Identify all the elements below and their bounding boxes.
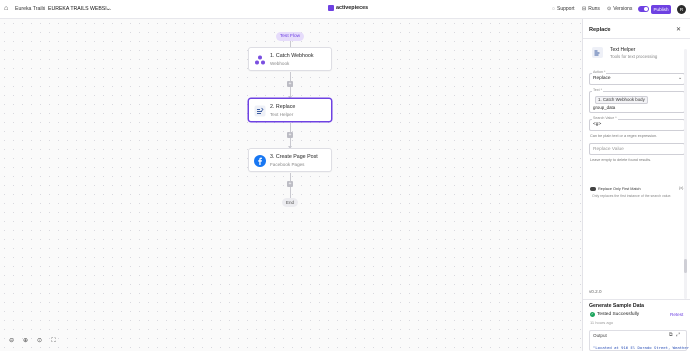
search-value-input: <g> xyxy=(593,122,602,127)
step-title: 1. Catch Webhook xyxy=(270,53,314,59)
text-field-value: group_data xyxy=(593,105,616,110)
versions-icon: ⊙ xyxy=(607,6,612,12)
test-flow-button[interactable]: Test Flow xyxy=(276,32,304,41)
sample-data-title: Generate Sample Data xyxy=(589,303,645,309)
action-label: Action * xyxy=(592,70,607,74)
support-button[interactable]: ◌ Support xyxy=(552,6,575,12)
publish-button[interactable]: Publish xyxy=(651,5,671,14)
divider xyxy=(583,299,690,300)
app-name: Text Helper xyxy=(610,47,636,53)
facebook-icon xyxy=(254,155,266,167)
logo-mark-icon xyxy=(328,5,334,11)
piece-version: v0.2.0 xyxy=(589,289,602,294)
zoom-in-icon[interactable]: ⊕ xyxy=(21,337,30,346)
flow-canvas[interactable]: Test Flow 1. Catch Webhook Webhook + 2. … xyxy=(0,19,582,351)
breadcrumb-folder[interactable]: Eureka Trails xyxy=(15,6,45,12)
support-label: Support xyxy=(556,6,575,12)
avatar[interactable]: R xyxy=(677,5,686,14)
replace-only-first-help: Only replaces the first instance of the … xyxy=(592,194,672,198)
versions-button[interactable]: ⊙ Versions xyxy=(607,6,632,12)
chevron-down-icon[interactable]: ⌄ xyxy=(678,75,682,81)
step-card-replace[interactable]: 2. Replace Text Helper xyxy=(248,98,332,122)
copy-icon[interactable]: ⧉ ⤢ xyxy=(669,332,681,338)
top-bar: ⌂ Eureka Trails / EUREKA TRAILS WEBSI...… xyxy=(0,0,690,19)
tested-label: Tested Successfully xyxy=(597,312,640,317)
check-circle-icon: ✓ xyxy=(590,312,595,317)
output-code: "Located at 916 El Dorado Street, Weathe… xyxy=(593,345,690,350)
versions-label: Versions xyxy=(613,6,633,12)
scrollbar-thumb[interactable] xyxy=(684,259,687,273)
search-value-label: Search Value * xyxy=(592,116,618,120)
close-icon[interactable]: ✕ xyxy=(676,26,681,33)
webhook-icon xyxy=(254,54,266,66)
add-step-icon[interactable]: + xyxy=(287,181,293,187)
code-icon[interactable]: {x} xyxy=(679,186,683,190)
step-card-catch-webhook[interactable]: 1. Catch Webhook Webhook xyxy=(248,47,332,71)
step-subtitle: Facebook Pages xyxy=(270,162,305,167)
replace-value-placeholder: Replace Value xyxy=(593,147,624,152)
data-reference-chip[interactable]: 1. Catch Webhook body xyxy=(595,96,648,104)
text-helper-icon xyxy=(592,47,603,58)
replace-only-first-toggle[interactable] xyxy=(590,187,596,191)
search-value-help: Can be plain text or a regex expression. xyxy=(590,134,658,138)
flow-enabled-toggle[interactable] xyxy=(638,6,649,12)
support-icon: ◌ xyxy=(552,6,555,12)
replace-value-help: Leave empty to delete found results. xyxy=(590,158,652,162)
zoom-fit-icon[interactable]: ⊙ xyxy=(35,337,44,346)
fullscreen-icon[interactable]: ⛶ xyxy=(49,337,58,346)
test-status: ✓ Tested Successfully xyxy=(590,312,639,317)
zoom-out-icon[interactable]: ⊖ xyxy=(7,337,16,346)
step-title: 3. Create Page Post xyxy=(270,154,318,160)
logo-text: activepieces xyxy=(336,5,369,11)
runs-button[interactable]: ⊟ Runs xyxy=(582,6,600,12)
chevron-down-icon[interactable]: ⌄ xyxy=(106,5,111,12)
step-title: 2. Replace xyxy=(270,104,296,110)
text-label: Text * xyxy=(592,88,603,92)
divider xyxy=(583,38,690,39)
breadcrumb-separator: / xyxy=(43,6,45,12)
home-icon[interactable]: ⌂ xyxy=(4,5,12,13)
add-step-icon[interactable]: + xyxy=(287,132,293,138)
replace-only-first-label: Replace Only First Match xyxy=(598,187,641,191)
step-card-create-page-post[interactable]: 3. Create Page Post Facebook Pages xyxy=(248,148,332,172)
retest-button[interactable]: Retest xyxy=(670,312,683,317)
step-subtitle: Text Helper xyxy=(270,112,294,117)
app-description: Tools for text processing xyxy=(610,54,658,59)
runs-label: Runs xyxy=(588,6,600,12)
breadcrumb-flow-name[interactable]: EUREKA TRAILS WEBSI... xyxy=(48,6,111,12)
pencil-icon[interactable]: ✎ xyxy=(606,27,610,33)
runs-icon: ⊟ xyxy=(582,6,587,12)
add-step-icon[interactable]: + xyxy=(287,81,293,87)
action-value: Replace xyxy=(593,76,611,81)
end-node: End xyxy=(282,198,298,207)
text-helper-icon xyxy=(254,105,266,117)
step-subtitle: Webhook xyxy=(270,61,290,66)
logo: activepieces xyxy=(328,5,368,11)
tested-timestamp: 11 hours ago xyxy=(590,320,614,325)
step-settings-panel: Replace ✎ ✕ Text Helper Tools for text p… xyxy=(582,19,690,351)
output-label: Output xyxy=(593,333,607,338)
search-value-field[interactable] xyxy=(589,119,685,131)
